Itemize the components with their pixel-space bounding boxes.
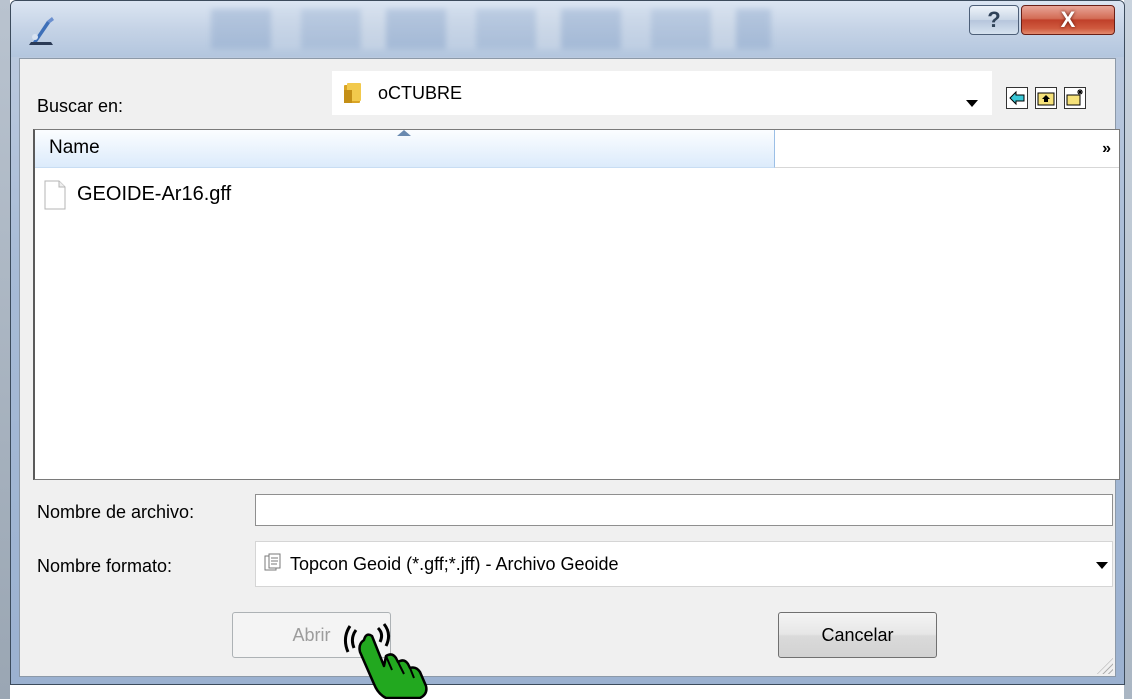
back-button[interactable]: [1006, 87, 1028, 109]
format-dropdown-arrow-icon[interactable]: [1096, 562, 1108, 569]
folder-up-icon: [1037, 92, 1055, 106]
look-in-dropdown-arrow-icon[interactable]: [966, 100, 978, 107]
up-folder-button[interactable]: [1035, 87, 1057, 109]
dialog-body: Buscar en: oCTUBRE Name » GEOIDE-Ar16.gf…: [19, 58, 1120, 677]
title-bar[interactable]: ? X: [11, 1, 1124, 57]
back-arrow-icon: [1009, 90, 1025, 106]
help-button[interactable]: ?: [969, 5, 1019, 35]
open-file-dialog: ? X Buscar en: oCTUBRE Name » GEOIDE-Ar1…: [10, 0, 1125, 685]
background-window-edge-right: [1124, 0, 1132, 699]
filename-label: Nombre de archivo:: [37, 502, 195, 522]
close-button[interactable]: X: [1021, 5, 1115, 35]
list-item[interactable]: GEOIDE-Ar16.gff: [43, 180, 443, 216]
file-icon: [44, 180, 66, 210]
close-icon: X: [1060, 7, 1076, 32]
cancel-button[interactable]: Cancelar: [778, 612, 937, 658]
look-in-combobox[interactable]: oCTUBRE: [332, 71, 992, 115]
look-in-label: Buscar en:: [37, 96, 124, 116]
folder-icon: [344, 83, 361, 103]
file-name: GEOIDE-Ar16.gff: [77, 183, 232, 205]
selected-format: Topcon Geoid (*.gff;*.jff) - Archivo Geo…: [290, 554, 619, 574]
new-folder-button[interactable]: [1064, 87, 1086, 109]
column-header-label: Name: [49, 137, 100, 158]
file-format-combobox[interactable]: Topcon Geoid (*.gff;*.jff) - Archivo Geo…: [255, 541, 1113, 587]
document-type-icon: [264, 553, 281, 571]
current-folder-name: oCTUBRE: [378, 83, 463, 103]
app-icon: [29, 17, 54, 45]
column-header-name[interactable]: Name: [35, 130, 775, 168]
sort-ascending-icon: [397, 130, 411, 136]
background-window-edge: [0, 0, 10, 699]
hand-pointer-click-icon: [343, 623, 428, 699]
file-list-view[interactable]: Name » GEOIDE-Ar16.gff: [33, 129, 1120, 480]
new-folder-icon: [1066, 89, 1083, 106]
open-button-label: Abrir: [292, 624, 331, 645]
cancel-button-label: Cancelar: [821, 624, 894, 645]
column-header-empty[interactable]: »: [775, 130, 1119, 168]
filename-input[interactable]: [255, 494, 1113, 526]
more-columns-icon[interactable]: »: [1102, 140, 1111, 158]
help-icon: ?: [987, 7, 1001, 32]
format-label: Nombre formato:: [37, 556, 173, 576]
resize-grip[interactable]: [1097, 658, 1113, 674]
